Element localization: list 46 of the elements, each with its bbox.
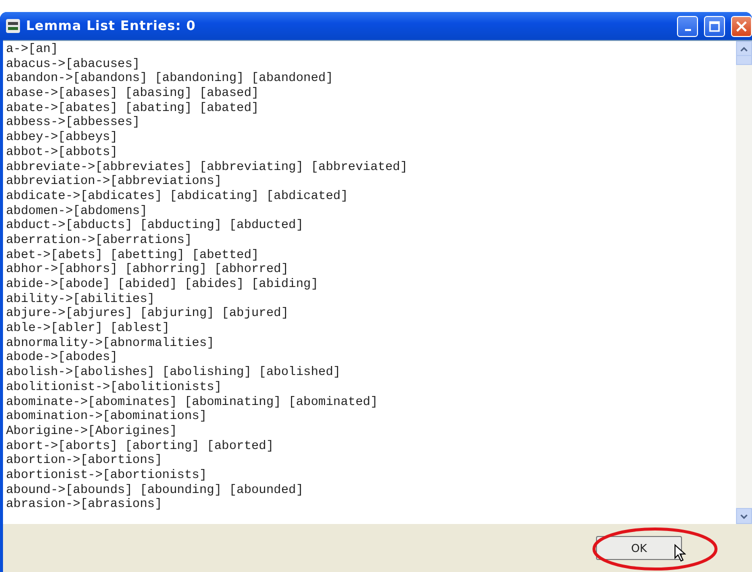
- list-entry: Aborigine->[Aborigines]: [6, 424, 178, 439]
- list-entry: abdicate->[abdicates] [abdicating] [abdicated]: [6, 188, 350, 204]
- list-entry: abortionist->[abortionists]: [6, 468, 208, 483]
- maximize-icon: [709, 20, 720, 32]
- list-entry: abate->[abates] [abating] [abated]: [6, 100, 260, 116]
- list-entry: abound->[abounds] [abounding] [abounded]: [6, 482, 304, 498]
- list-entry: abort->[aborts] [aborting] [aborted]: [6, 438, 275, 454]
- app-icon: [6, 19, 20, 33]
- list-entry: aberration->[aberrations]: [6, 232, 193, 248]
- list-entry: a->[an]: [6, 42, 60, 57]
- list-entry: abbess->[abbesses]: [6, 115, 141, 130]
- cursor-icon: [674, 544, 686, 562]
- close-button[interactable]: [731, 16, 752, 36]
- list-entry: abhor->[abhors] [abhorring] [abhorred]: [6, 262, 290, 277]
- chevron-down-icon: [740, 514, 748, 518]
- scroll-down-button[interactable]: [736, 508, 752, 524]
- list-entry: abdomen->[abdomens]: [6, 204, 148, 218]
- chevron-up-icon: [740, 46, 748, 52]
- list-entry: abrasion->[abrasions]: [6, 497, 164, 512]
- list-entry: abolitionist->[abolitionists]: [6, 380, 223, 394]
- list-entry: abandon->[abandons] [abandoning] [abandoned]: [6, 71, 334, 86]
- list-entry: abnormality->[abnormalities]: [6, 336, 216, 350]
- list-entry: abode->[abodes]: [6, 350, 119, 366]
- list-entry: abduct->[abducts] [abducting] [abducted]: [6, 218, 304, 233]
- list-entry: abolish->[abolishes] [abolishing] [abolished]: [6, 365, 342, 380]
- maximize-button[interactable]: [704, 16, 725, 36]
- list-entry: able->[abler] [ablest]: [6, 321, 171, 336]
- scroll-thumb[interactable]: [736, 55, 752, 65]
- list-entry: abacus->[abacuses]: [6, 56, 141, 72]
- ok-button[interactable]: OK: [596, 536, 682, 560]
- window-title: Lemma List Entries: 0: [26, 18, 197, 34]
- list-entry: abbreviate->[abbreviates] [abbreviating] [abbreviated]: [6, 160, 409, 174]
- minimize-icon: [684, 29, 690, 31]
- list-entry: abortion->[abortions]: [6, 453, 164, 468]
- list-entry: abbreviation->[abbreviations]: [6, 174, 223, 189]
- minimize-button[interactable]: [677, 16, 698, 36]
- list-entry: abbot->[abbots]: [6, 144, 119, 160]
- list-entry: abide->[abode] [abided] [abides] [abiding]: [6, 277, 320, 292]
- list-entry: abominate->[abominates] [abominating] [abominated]: [6, 394, 379, 410]
- list-entry: abjure->[abjures] [abjuring] [abjured]: [6, 306, 290, 322]
- list-entry: abbey->[abbeys]: [6, 130, 119, 145]
- close-icon: [736, 20, 747, 32]
- list-entry: abase->[abases] [abasing] [abased]: [6, 86, 260, 101]
- list-entry: ability->[abilities]: [6, 292, 156, 306]
- list-entry: abet->[abets] [abetting] [abetted]: [6, 248, 260, 262]
- list-entry: abomination->[abominations]: [6, 409, 208, 424]
